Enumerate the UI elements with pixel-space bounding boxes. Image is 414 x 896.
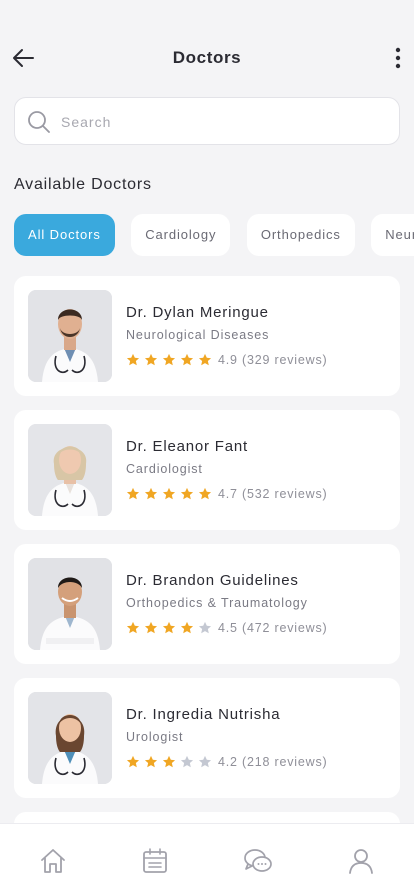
app-header: Doctors [0, 38, 414, 78]
star-icon [126, 755, 140, 768]
rating-text: 4.7 (532 reviews) [218, 487, 328, 501]
star-icon [162, 353, 176, 366]
doctor-card[interactable]: Dr. Brandon Guidelines Orthopedics & Tra… [14, 544, 400, 664]
doctor-avatar [28, 424, 112, 516]
star-icon [162, 755, 176, 768]
chat-icon [244, 849, 272, 872]
star-icon [126, 487, 140, 500]
section-title: Available Doctors [14, 176, 152, 193]
filter-chip-cardiology[interactable]: Cardiology [131, 214, 231, 256]
search-bar[interactable] [14, 97, 400, 145]
star-icon [126, 621, 140, 634]
doctor-rating: 4.2 (218 reviews) [126, 754, 327, 770]
doctor-rating: 4.9 (329 reviews) [126, 352, 327, 368]
bottom-nav [0, 823, 414, 896]
rating-text: 4.9 (329 reviews) [218, 353, 328, 367]
more-menu-button[interactable] [390, 44, 406, 72]
rating-text: 4.2 (218 reviews) [218, 755, 328, 769]
doctor-avatar [28, 692, 112, 784]
nav-profile[interactable] [346, 846, 376, 876]
calendar-icon [143, 848, 167, 873]
doctor-rating: 4.7 (532 reviews) [126, 486, 327, 502]
rating-text: 4.5 (472 reviews) [218, 621, 328, 635]
doctor-card[interactable]: Dr. Ingredia Nutrisha Urologist 4.2 (218… [14, 678, 400, 798]
doctor-specialty: Cardiologist [126, 462, 203, 476]
nav-calendar[interactable] [140, 846, 170, 876]
doctor-name: Dr. Dylan Meringue [126, 304, 269, 321]
doctor-list: Dr. Dylan Meringue Neurological Diseases… [14, 276, 400, 856]
star-icon [198, 487, 212, 500]
doctor-name: Dr. Brandon Guidelines [126, 572, 299, 589]
star-icon [198, 755, 212, 768]
star-icon [180, 621, 194, 634]
doctor-card[interactable]: Dr. Eleanor Fant Cardiologist 4.7 (532 r… [14, 410, 400, 530]
home-icon [41, 849, 65, 873]
category-filters: All Doctors Cardiology Orthopedics Neur [14, 214, 414, 256]
doctor-specialty: Urologist [126, 730, 184, 744]
doctor-avatar [28, 558, 112, 650]
star-icon [144, 353, 158, 366]
search-input[interactable] [61, 108, 381, 136]
filter-chip-all-doctors[interactable]: All Doctors [14, 214, 115, 256]
doctor-card[interactable]: Dr. Dylan Meringue Neurological Diseases… [14, 276, 400, 396]
doctor-specialty: Orthopedics & Traumatology [126, 596, 308, 610]
doctor-name: Dr. Ingredia Nutrisha [126, 706, 281, 723]
doctor-name: Dr. Eleanor Fant [126, 438, 249, 455]
star-icon [162, 621, 176, 634]
more-vertical-icon [395, 47, 401, 69]
star-icon [180, 755, 194, 768]
star-icon [162, 487, 176, 500]
star-icon [126, 353, 140, 366]
nav-chat[interactable] [243, 846, 273, 876]
profile-icon [349, 849, 373, 874]
star-icon [180, 353, 194, 366]
star-icon [180, 487, 194, 500]
doctor-rating: 4.5 (472 reviews) [126, 620, 327, 636]
doctor-specialty: Neurological Diseases [126, 328, 270, 342]
doctor-avatar [28, 290, 112, 382]
star-icon [198, 621, 212, 634]
filter-chip-neurology[interactable]: Neur [371, 214, 414, 256]
page-title: Doctors [172, 48, 242, 67]
star-icon [144, 755, 158, 768]
star-icon [198, 353, 212, 366]
star-icon [144, 621, 158, 634]
search-icon [28, 111, 50, 133]
filter-chip-orthopedics[interactable]: Orthopedics [246, 214, 355, 256]
nav-home[interactable] [38, 846, 68, 876]
star-icon [144, 487, 158, 500]
